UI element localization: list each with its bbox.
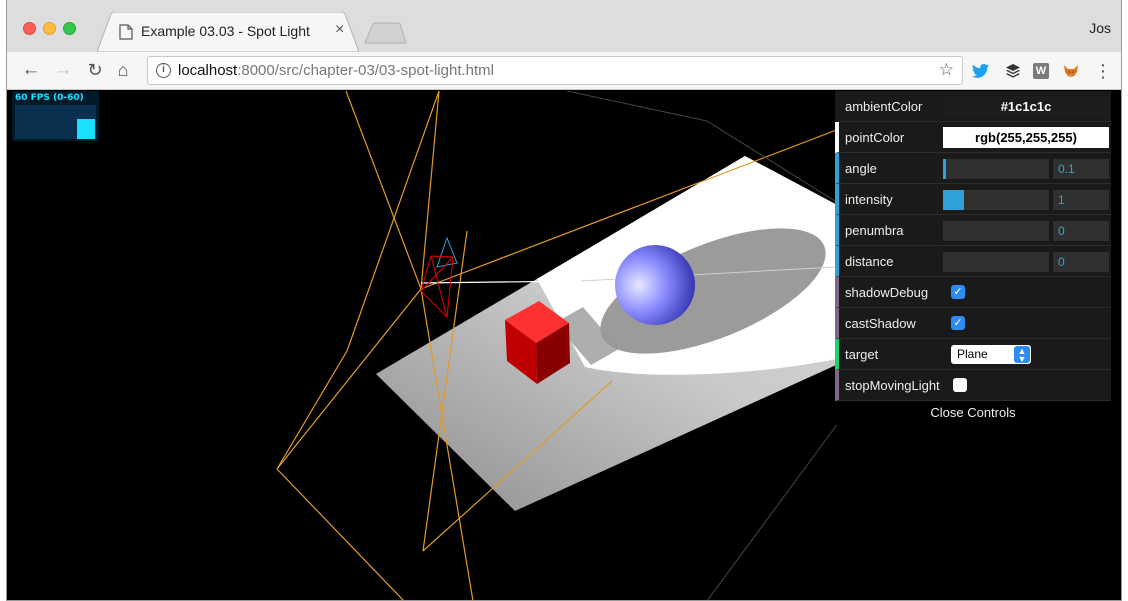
- target-select[interactable]: Plane ▲ ▼: [951, 345, 1031, 364]
- profile-name[interactable]: Jos: [1089, 20, 1111, 36]
- point-color-label: pointColor: [845, 130, 905, 145]
- distance-label: distance: [845, 254, 894, 269]
- angle-slider[interactable]: [943, 159, 1049, 179]
- info-icon[interactable]: i: [156, 63, 171, 78]
- intensity-slider[interactable]: [943, 190, 1049, 210]
- control-target: target Plane ▲ ▼: [835, 339, 1111, 370]
- select-arrows-icon: ▲ ▼: [1014, 346, 1030, 364]
- w-extension-icon[interactable]: W: [1033, 63, 1049, 79]
- fps-label: 60 FPS (0-60): [15, 93, 84, 103]
- tab-close-icon[interactable]: ×: [335, 21, 344, 39]
- penumbra-slider[interactable]: [943, 221, 1049, 241]
- control-ambient-color: ambientColor #1c1c1c: [835, 91, 1111, 122]
- angle-label: angle: [845, 161, 877, 176]
- angle-slider-fill: [943, 159, 946, 179]
- back-arrow-icon[interactable]: ←: [19, 58, 43, 82]
- stop-moving-light-checkbox[interactable]: [953, 378, 967, 392]
- close-window-button[interactable]: [23, 22, 36, 35]
- control-shadow-debug: shadowDebug ✓: [835, 277, 1111, 308]
- intensity-value-input[interactable]: 1: [1053, 190, 1109, 210]
- distance-slider[interactable]: [943, 252, 1049, 272]
- control-stop-moving-light: stopMovingLight: [835, 370, 1111, 401]
- maximize-window-button[interactable]: [63, 22, 76, 35]
- control-cast-shadow: castShadow ✓: [835, 308, 1111, 339]
- intensity-slider-fill: [943, 190, 964, 210]
- stop-moving-light-label: stopMovingLight: [845, 378, 940, 393]
- new-tab-button[interactable]: [363, 22, 407, 44]
- browser-menu-icon[interactable]: ⋮: [1093, 61, 1113, 81]
- tab-title: Example 03.03 - Spot Light: [141, 23, 310, 39]
- blue-sphere: [615, 245, 695, 325]
- shadow-debug-checkbox[interactable]: ✓: [951, 285, 965, 299]
- webgl-viewport[interactable]: 60 FPS (0-60) ambientColor #1c1c1c point…: [7, 91, 1121, 600]
- forward-arrow-icon[interactable]: →: [51, 58, 75, 82]
- fps-graph: [15, 105, 96, 139]
- address-bar[interactable]: i localhost:8000/src/chapter-03/03-spot-…: [147, 56, 963, 85]
- browser-window: Example 03.03 - Spot Light × Jos ← → ↻ ⌂…: [6, 0, 1122, 601]
- twitter-icon[interactable]: [971, 61, 991, 81]
- control-point-color: pointColor rgb(255,255,255): [835, 122, 1111, 153]
- cast-shadow-checkbox[interactable]: ✓: [951, 316, 965, 330]
- shadow-debug-label: shadowDebug: [845, 285, 929, 300]
- url-text[interactable]: localhost:8000/src/chapter-03/03-spot-li…: [178, 62, 494, 79]
- control-intensity: intensity 1: [835, 184, 1111, 215]
- angle-value-input[interactable]: 0.1: [1053, 159, 1109, 179]
- point-color-input[interactable]: rgb(255,255,255): [943, 127, 1109, 148]
- controls-panel: ambientColor #1c1c1c pointColor rgb(255,…: [835, 91, 1111, 425]
- tab-spot-light[interactable]: Example 03.03 - Spot Light ×: [97, 12, 359, 52]
- target-selected-value: Plane: [957, 347, 988, 361]
- control-distance: distance 0: [835, 246, 1111, 277]
- reload-icon[interactable]: ↻: [83, 58, 107, 82]
- url-host: localhost: [178, 62, 238, 79]
- url-path: :8000/src/chapter-03/03-spot-light.html: [237, 62, 494, 79]
- target-label: target: [845, 347, 879, 362]
- penumbra-label: penumbra: [845, 223, 904, 238]
- minimize-window-button[interactable]: [43, 22, 56, 35]
- ambient-color-label: ambientColor: [845, 99, 923, 114]
- page-icon: [119, 24, 133, 40]
- penumbra-value-input[interactable]: 0: [1053, 221, 1109, 241]
- intensity-label: intensity: [845, 192, 893, 207]
- cast-shadow-label: castShadow: [845, 316, 916, 331]
- fps-graph-bars: [77, 119, 95, 139]
- browser-toolbar: ← → ↻ ⌂ i localhost:8000/src/chapter-03/…: [7, 52, 1121, 90]
- control-angle: angle 0.1: [835, 153, 1111, 184]
- fps-stats-panel[interactable]: 60 FPS (0-60): [12, 91, 99, 141]
- ambient-color-input[interactable]: #1c1c1c: [943, 96, 1109, 117]
- layers-stack-icon[interactable]: [1003, 61, 1023, 81]
- control-penumbra: penumbra 0: [835, 215, 1111, 246]
- home-icon[interactable]: ⌂: [111, 58, 135, 82]
- fox-extension-icon[interactable]: [1061, 61, 1081, 81]
- bookmark-star-icon[interactable]: ☆: [939, 60, 954, 80]
- tab-bar: Example 03.03 - Spot Light × Jos: [7, 0, 1121, 52]
- distance-value-input[interactable]: 0: [1053, 252, 1109, 272]
- close-controls-button[interactable]: Close Controls: [835, 401, 1111, 425]
